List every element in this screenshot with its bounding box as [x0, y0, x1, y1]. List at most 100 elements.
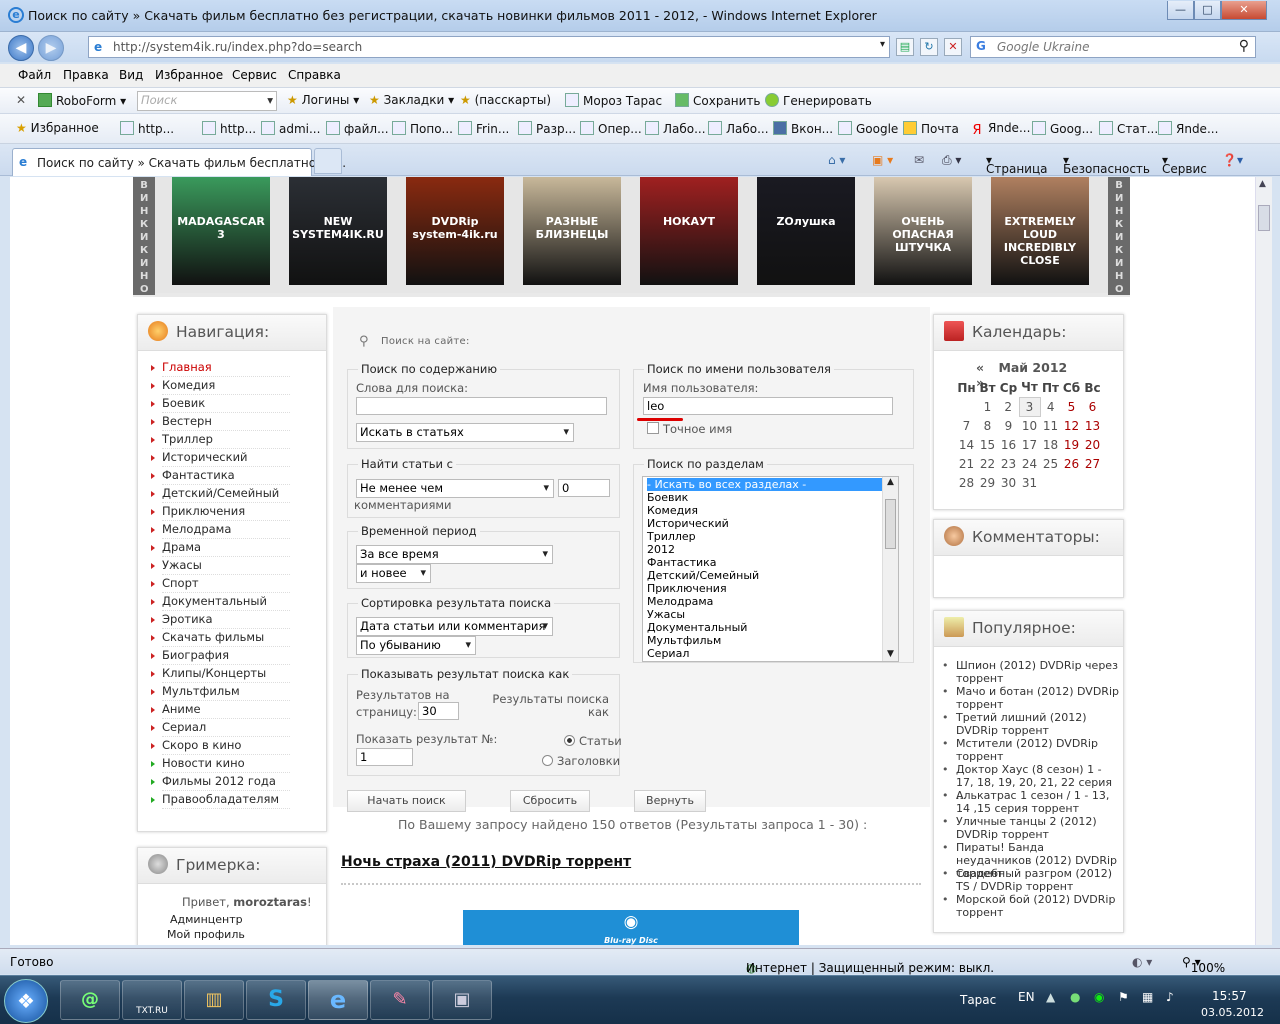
nav-item[interactable]: Аниме	[151, 702, 290, 719]
calendar-day[interactable]: 21	[956, 454, 977, 473]
movie-poster[interactable]: ZOлушка	[757, 177, 855, 285]
page-menu[interactable]: Страница ▾	[986, 153, 1048, 176]
calendar-day[interactable]: 8	[977, 416, 998, 435]
zoom-control[interactable]: ⚲ 100% ▾	[1182, 955, 1225, 975]
calendar-day[interactable]: 3	[1018, 396, 1041, 417]
nav-item[interactable]: Детский/Семейный	[151, 486, 290, 503]
forward-icon[interactable]: ▶	[38, 35, 64, 61]
passcards-button[interactable]: ★ (пасскарты)	[460, 93, 551, 107]
calendar-day[interactable]: 13	[1082, 416, 1103, 435]
tray-time[interactable]: 15:57	[1212, 989, 1247, 1003]
nav-item[interactable]: Правообладателям	[151, 792, 290, 809]
roboform-search-input[interactable]: Поиск ▾	[137, 91, 277, 111]
calendar-day[interactable]: 29	[977, 473, 998, 492]
popular-item[interactable]: Свадебный разгром (2012) TS / DVDRip тор…	[942, 867, 1122, 893]
tools-menu[interactable]: Сервис ▾	[1162, 153, 1207, 176]
fav-item[interactable]: Стат...	[1099, 121, 1158, 136]
section-option[interactable]: Боевик	[647, 491, 882, 504]
calendar-day[interactable]: 27	[1082, 454, 1103, 473]
calendar-day[interactable]: 12	[1061, 416, 1082, 435]
section-option[interactable]: Сериал	[647, 647, 882, 660]
calendar-day[interactable]: 16	[998, 435, 1019, 454]
home-icon[interactable]: ⌂ ▾	[828, 153, 845, 167]
username-input[interactable]: leo	[643, 397, 893, 415]
taskbar-txtru-icon[interactable]: TXT.RU	[122, 980, 182, 1020]
compat-view-icon[interactable]: ▤	[896, 38, 914, 56]
back-icon[interactable]: ◀	[8, 35, 34, 61]
calendar-day[interactable]: 24	[1019, 454, 1040, 473]
comments-count-input[interactable]: 0	[558, 479, 610, 497]
search-provider-input[interactable]: G Google Ukraine ⚲	[970, 36, 1256, 58]
calendar-day[interactable]: 9	[998, 416, 1019, 435]
section-option[interactable]: Мелодрама	[647, 595, 882, 608]
calendar-day[interactable]: 5	[1061, 397, 1082, 416]
help-icon[interactable]: ❓▾	[1222, 153, 1243, 167]
fav-item[interactable]: http...	[120, 121, 174, 136]
fav-item[interactable]: Вкон...	[773, 121, 833, 136]
nav-item[interactable]: Триллер	[151, 432, 290, 449]
page-scroll-thumb[interactable]	[1258, 205, 1270, 231]
favorites-button[interactable]: ★ Избранное	[16, 121, 99, 135]
nav-item[interactable]: Спорт	[151, 576, 290, 593]
calendar-day[interactable]: 7	[956, 416, 977, 435]
popular-item[interactable]: Третий лишний (2012) DVDRip торрент	[942, 711, 1122, 737]
popular-item[interactable]: Алькатрас 1 сезон / 1 - 13, 14 ,15 серия…	[942, 789, 1122, 815]
section-option[interactable]: Мультфильм	[647, 634, 882, 647]
nav-item[interactable]: Фильмы 2012 года	[151, 774, 290, 791]
show-from-input[interactable]: 1	[356, 748, 413, 766]
calendar-day[interactable]: 10	[1019, 416, 1040, 435]
nav-item[interactable]: Новости кино	[151, 756, 290, 773]
taskbar-ie-icon[interactable]: e	[308, 980, 368, 1020]
nav-item[interactable]: Скоро в кино	[151, 738, 290, 755]
radio-articles[interactable]	[564, 735, 575, 746]
calendar-day[interactable]: 1	[977, 397, 998, 416]
popular-item[interactable]: Мачо и ботан (2012) DVDRip торрент	[942, 685, 1122, 711]
taskbar-paint-icon[interactable]: ✎	[370, 980, 430, 1020]
calendar-day[interactable]: 31	[1019, 473, 1040, 492]
menu-view[interactable]: Вид	[119, 68, 143, 82]
fav-item[interactable]: Лабо...	[708, 121, 769, 136]
nav-item[interactable]: Скачать фильмы	[151, 630, 290, 647]
nav-item[interactable]: Мультфильм	[151, 684, 290, 701]
calendar-day[interactable]: 2	[998, 397, 1019, 416]
url-dropdown-icon[interactable]: ▾	[880, 39, 885, 50]
section-option[interactable]: 2012	[647, 543, 882, 556]
search-words-input[interactable]	[356, 397, 607, 415]
menu-tools[interactable]: Сервис	[232, 68, 277, 82]
sections-scrollbar[interactable]: ▲ ▼	[882, 477, 898, 661]
tab-active[interactable]: e Поиск по сайту » Скачать фильм бесплат…	[12, 148, 346, 176]
menu-favorites[interactable]: Избранное	[155, 68, 223, 82]
calendar-day[interactable]: 28	[956, 473, 977, 492]
movie-poster[interactable]: НОКАУТ	[640, 177, 738, 285]
fav-item[interactable]: Google	[838, 121, 898, 136]
search-in-select[interactable]: Искать в статьях	[356, 423, 574, 442]
fav-item[interactable]: Попо...	[392, 121, 453, 136]
popular-item[interactable]: Шпион (2012) DVDRip через торрент	[942, 659, 1122, 685]
save-button[interactable]: Сохранить	[675, 93, 761, 108]
stop-icon[interactable]: ✕	[944, 38, 962, 56]
tray-network-icon[interactable]: ▦	[1142, 990, 1153, 1004]
logins-button[interactable]: ★ Логины ▾	[287, 93, 359, 107]
print-icon[interactable]: ⎙ ▾	[942, 153, 961, 168]
popular-item[interactable]: Мстители (2012) DVDRip торрент	[942, 737, 1122, 763]
fav-item[interactable]: файл...	[326, 121, 389, 136]
calendar-day[interactable]: 11	[1040, 416, 1061, 435]
generate-button[interactable]: Генерировать	[765, 93, 872, 108]
identity-button[interactable]: Мороз Тарас	[565, 93, 662, 108]
protected-mode-icon[interactable]: ◐ ▾	[1132, 955, 1152, 969]
nav-item[interactable]: Боевик	[151, 396, 290, 413]
close-toolbar-icon[interactable]: ✕	[16, 93, 26, 107]
tray-language[interactable]: EN	[1018, 990, 1035, 1004]
fav-item[interactable]: Почта	[903, 121, 959, 136]
movie-poster[interactable]: NEW SYSTEM4IK.RU	[289, 177, 387, 285]
roboform-button[interactable]: RoboForm ▾	[38, 93, 126, 108]
calendar-day[interactable]: 18	[1040, 435, 1061, 454]
section-option[interactable]: Ужасы	[647, 608, 882, 621]
popular-item[interactable]: Морской бой (2012) DVDRip торрент	[942, 893, 1122, 919]
popular-item[interactable]: Уличные танцы 2 (2012) DVDRip торрент	[942, 815, 1122, 841]
calendar-day[interactable]: 25	[1040, 454, 1061, 473]
nav-item[interactable]: Ужасы	[151, 558, 290, 575]
scroll-up-icon[interactable]: ▲	[1259, 179, 1266, 189]
section-option[interactable]: Документальный	[647, 621, 882, 634]
tray-mail-icon[interactable]: ◉	[1094, 990, 1104, 1004]
